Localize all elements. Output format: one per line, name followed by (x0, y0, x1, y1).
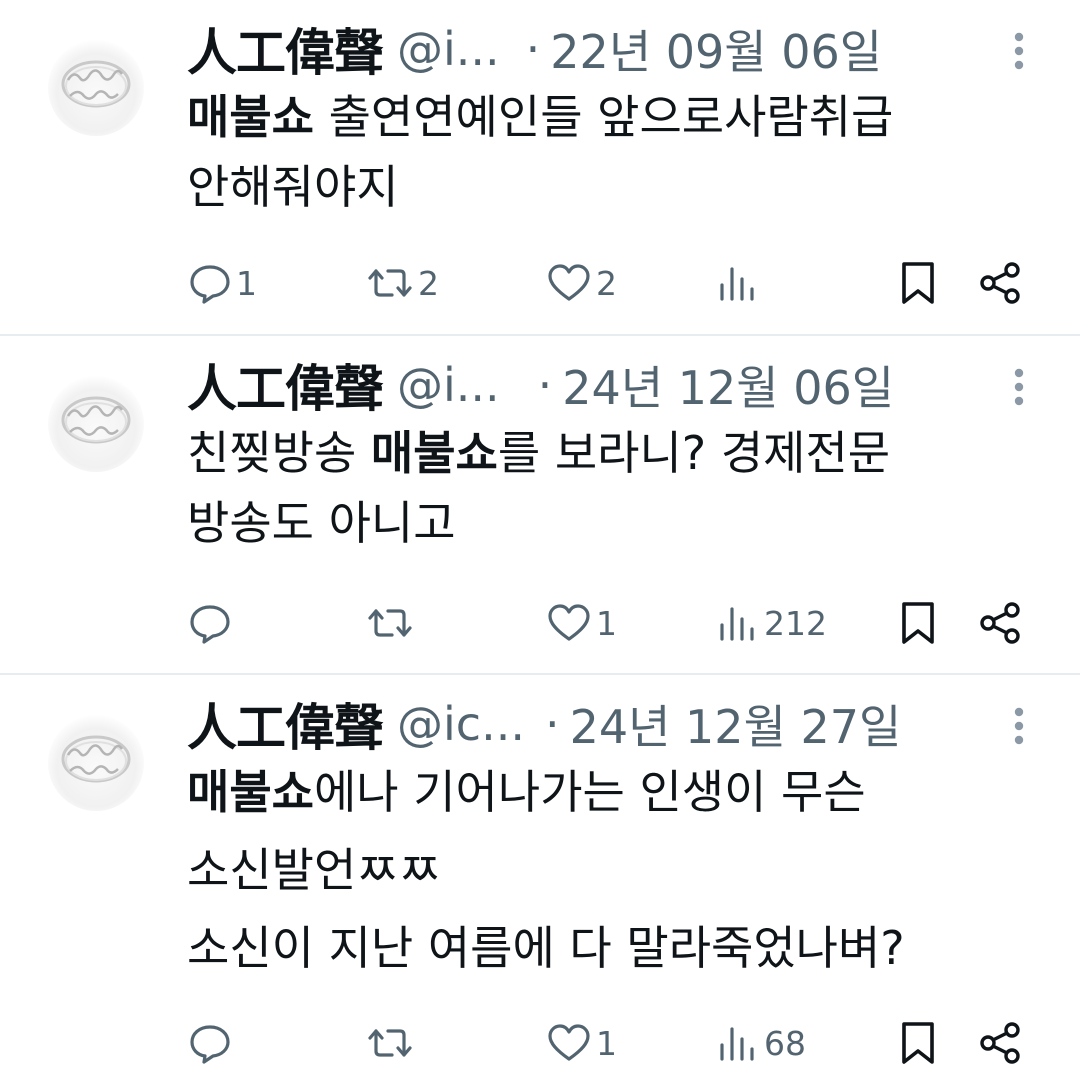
highlighted-keyword: 매불쇼 (187, 765, 314, 819)
repost-button[interactable] (366, 1015, 418, 1071)
repost-arrows-icon (368, 1029, 412, 1057)
view-count: 68 (764, 1023, 806, 1063)
like-count: 1 (596, 603, 617, 643)
separator-dot: · (525, 22, 541, 76)
tweet[interactable]: 人工偉聲 @i... · 22년 09월 06일 매불쇼 출연연예인들 앞으로사… (0, 0, 1080, 335)
tweet[interactable]: 人工偉聲 @i... · 24년 12월 06일 친찢방송 매불쇼를 보라니? … (0, 336, 1080, 674)
ring-logo-icon (61, 735, 131, 783)
repost-arrows-icon (368, 609, 412, 637)
more-options-button[interactable] (1007, 705, 1031, 747)
tweet-text: 매불쇼에나 기어나가는 인생이 무슨 소신발언ㅉㅉ 소신이 지난 여름에 다 말… (187, 757, 1047, 983)
speech-bubble-icon (190, 265, 230, 304)
avatar[interactable] (48, 715, 144, 811)
bookmark-button[interactable] (896, 255, 940, 311)
action-bar: 1 68 (0, 1015, 1080, 1071)
text-span: 출연연예인들 앞으로사람취급 (313, 90, 894, 144)
avatar[interactable] (48, 40, 144, 136)
action-bar: 1 212 (0, 595, 1080, 651)
bar-chart-icon (720, 1027, 754, 1061)
bookmark-button[interactable] (896, 595, 940, 651)
speech-bubble-icon (190, 605, 230, 644)
like-count: 2 (596, 263, 617, 303)
separator-dot: · (544, 697, 560, 751)
tweet-date[interactable]: 24년 12월 27일 (570, 691, 902, 757)
tweet-text-line: 매불쇼 출연연예인들 앞으로사람취급 (187, 82, 1047, 152)
tweet-text-line: 방송도 아니고 (187, 488, 1047, 558)
repost-button[interactable] (366, 595, 418, 651)
tweet-text-line: 소신발언ㅉㅉ (187, 835, 1047, 905)
text-span: 를 보라니? 경제전문 (497, 426, 891, 480)
share-button[interactable] (977, 595, 1023, 651)
tweet-header: 人工偉聲 @ic... · 24년 12월 27일 (187, 689, 987, 759)
tweet-feed: 人工偉聲 @i... · 22년 09월 06일 매불쇼 출연연예인들 앞으로사… (0, 0, 1080, 1078)
more-options-button[interactable] (1007, 366, 1031, 408)
heart-icon (548, 1024, 590, 1061)
user-handle[interactable]: @i... (397, 358, 500, 412)
avatar[interactable] (48, 376, 144, 472)
like-button[interactable]: 1 (546, 595, 617, 651)
share-button[interactable] (977, 255, 1023, 311)
text-span: 소신발언ㅉㅉ (187, 843, 441, 897)
user-handle[interactable]: @i... (397, 22, 500, 76)
tweet-header: 人工偉聲 @i... · 24년 12월 06일 (187, 350, 987, 420)
views-button[interactable]: 212 (716, 595, 827, 651)
tweet-date[interactable]: 22년 09월 06일 (550, 16, 882, 82)
more-options-button[interactable] (1007, 30, 1031, 72)
bookmark-icon (902, 602, 934, 644)
highlighted-keyword: 매불쇼 (187, 90, 314, 144)
tweet-header: 人工偉聲 @i... · 22년 09월 06일 (187, 14, 987, 84)
vertical-dots-icon (1014, 368, 1024, 406)
reply-count: 1 (236, 263, 257, 303)
separator-dot: · (537, 358, 553, 412)
vertical-dots-icon (1014, 32, 1024, 70)
text-span: 소신이 지난 여름에 다 말라죽었나벼? (187, 921, 905, 975)
view-count: 212 (764, 603, 827, 643)
tweet-date[interactable]: 24년 12월 06일 (562, 352, 894, 418)
tweet-text-line: 친찢방송 매불쇼를 보라니? 경제전문 (187, 418, 1047, 488)
user-handle[interactable]: @ic... (397, 697, 525, 751)
text-span: 안해줘야지 (187, 160, 399, 214)
views-button[interactable] (716, 255, 764, 311)
heart-icon (548, 604, 590, 641)
reply-button[interactable] (188, 595, 236, 651)
bar-chart-icon (720, 267, 754, 301)
like-count: 1 (596, 1023, 617, 1063)
share-icon (980, 602, 1020, 644)
tweet[interactable]: 人工偉聲 @ic... · 24년 12월 27일 매불쇼에나 기어나가는 인생… (0, 675, 1080, 1078)
display-name[interactable]: 人工偉聲 (187, 13, 384, 85)
tweet-text-line: 소신이 지난 여름에 다 말라죽었나벼? (187, 913, 1047, 983)
bookmark-button[interactable] (896, 1015, 940, 1071)
display-name[interactable]: 人工偉聲 (187, 349, 384, 421)
display-name[interactable]: 人工偉聲 (187, 688, 384, 760)
tweet-text: 친찢방송 매불쇼를 보라니? 경제전문 방송도 아니고 (187, 418, 1047, 558)
share-button[interactable] (977, 1015, 1023, 1071)
like-button[interactable]: 1 (546, 1015, 617, 1071)
repost-arrows-icon (368, 269, 412, 297)
vertical-dots-icon (1014, 707, 1024, 745)
bookmark-icon (902, 1022, 934, 1064)
share-icon (980, 262, 1020, 304)
ring-logo-icon (61, 396, 131, 444)
heart-icon (548, 264, 590, 301)
like-button[interactable]: 2 (546, 255, 617, 311)
repost-count: 2 (418, 263, 439, 303)
tweet-text-line: 안해줘야지 (187, 152, 1047, 222)
speech-bubble-icon (190, 1025, 230, 1064)
repost-button[interactable]: 2 (366, 255, 439, 311)
reply-button[interactable] (188, 1015, 236, 1071)
bookmark-icon (902, 262, 934, 304)
action-bar: 1 2 2 (0, 255, 1080, 311)
text-span: 방송도 아니고 (187, 496, 456, 550)
reply-button[interactable]: 1 (188, 255, 257, 311)
tweet-text-line: 매불쇼에나 기어나가는 인생이 무슨 (187, 757, 1047, 827)
views-button[interactable]: 68 (716, 1015, 806, 1071)
share-icon (980, 1022, 1020, 1064)
tweet-text: 매불쇼 출연연예인들 앞으로사람취급 안해줘야지 (187, 82, 1047, 222)
text-span: 에나 기어나가는 인생이 무슨 (313, 765, 866, 819)
bar-chart-icon (720, 607, 754, 641)
ring-logo-icon (61, 60, 131, 108)
text-span: 친찢방송 (187, 426, 371, 480)
highlighted-keyword: 매불쇼 (370, 426, 498, 480)
